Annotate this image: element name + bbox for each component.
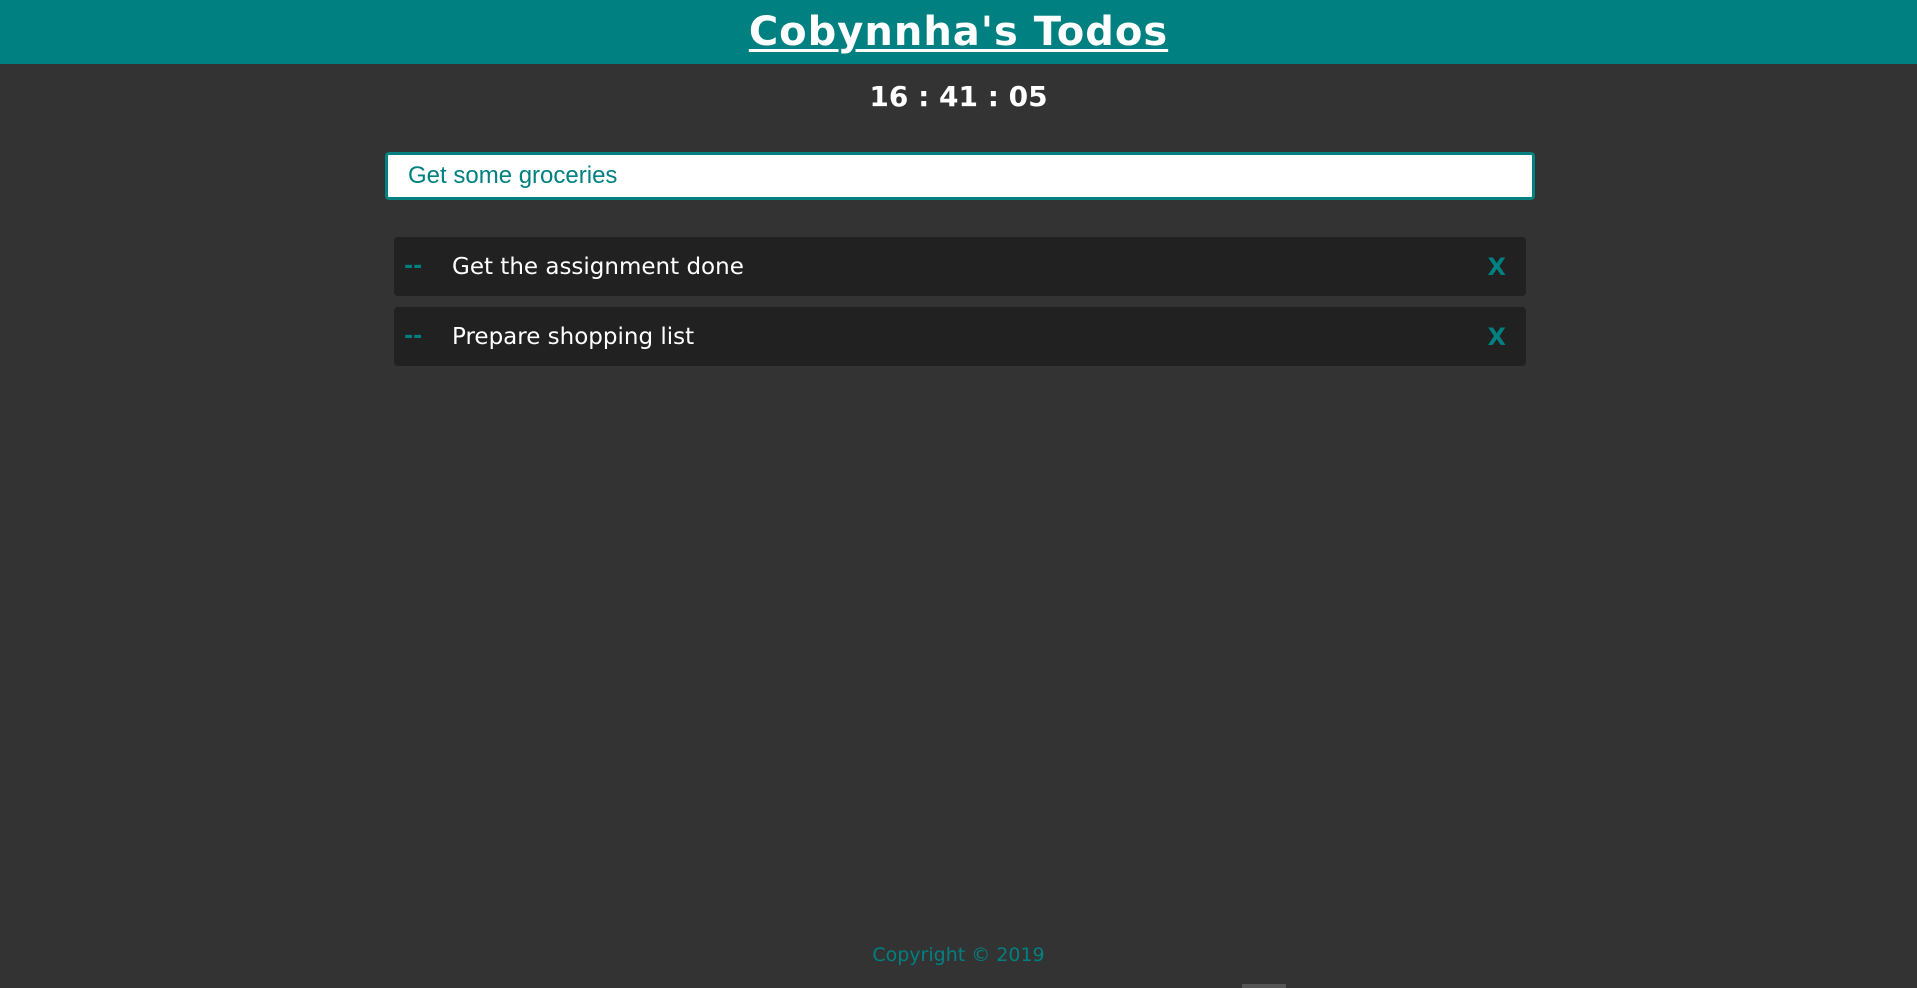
clock: 16 : 41 : 05 [869, 80, 1048, 113]
delete-todo-button[interactable]: X [1487, 323, 1506, 351]
todo-input[interactable] [385, 152, 1535, 200]
todo-bullet: -- [404, 254, 423, 279]
todo-list: -- Get the assignment done X -- Prepare … [394, 237, 1526, 377]
scroll-indicator[interactable] [1242, 984, 1286, 988]
todo-bullet: -- [404, 324, 423, 349]
todo-item: -- Prepare shopping list X [394, 307, 1526, 366]
delete-todo-button[interactable]: X [1487, 253, 1506, 281]
app-header: Cobynnha's Todos [0, 0, 1917, 64]
todo-text[interactable]: Get the assignment done [452, 254, 1487, 280]
app-title: Cobynnha's Todos [748, 9, 1169, 55]
todo-item: -- Get the assignment done X [394, 237, 1526, 296]
todo-text[interactable]: Prepare shopping list [452, 324, 1487, 350]
footer-copyright: Copyright © 2019 [872, 944, 1045, 966]
